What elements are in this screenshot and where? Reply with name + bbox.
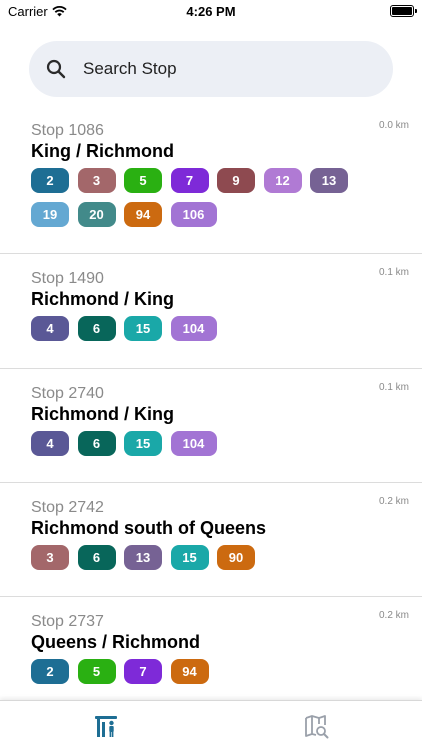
route-badge[interactable]: 5	[124, 168, 162, 193]
stop-name: Richmond south of Queens	[31, 518, 267, 538]
stop-name: Queens / Richmond	[31, 632, 201, 652]
search-input[interactable]	[83, 59, 343, 79]
route-badge[interactable]: 6	[77, 431, 116, 456]
stop-distance: 0.1 km	[378, 382, 409, 393]
route-badge[interactable]: 90	[217, 545, 255, 570]
route-badge[interactable]: 12	[263, 168, 302, 193]
route-badge[interactable]: 15	[124, 316, 162, 341]
stop-name: Richmond / King	[31, 404, 174, 424]
route-badge[interactable]: 104	[170, 316, 217, 341]
route-badges: 4 6 15 104	[31, 431, 361, 465]
status-time: 4:26 PM	[186, 4, 236, 19]
stop-name: Richmond / King	[31, 289, 174, 309]
route-badges: 2 5 7 94	[31, 659, 361, 693]
route-badge[interactable]: 2	[31, 659, 69, 684]
route-badge[interactable]: 15	[170, 545, 209, 570]
route-badge[interactable]: 9	[217, 168, 255, 193]
route-badges: 4 6 15 104	[31, 316, 361, 350]
route-badge[interactable]: 3	[31, 545, 69, 570]
route-badges: 3 6 13 15 90	[31, 545, 361, 579]
stop-item[interactable]: 0.1 km Stop 2740 Richmond / King 4 6 15 104	[0, 369, 422, 483]
stop-item[interactable]: 0.2 km Stop 2737 Queens / Richmond 2 5 7 94	[0, 597, 422, 700]
route-badge[interactable]: 3	[77, 168, 116, 193]
route-badge[interactable]: 2	[31, 168, 69, 193]
stop-id: Stop 2742	[31, 499, 104, 516]
route-badge[interactable]: 19	[31, 202, 69, 227]
stop-id: Stop 1086	[31, 122, 104, 139]
route-badge[interactable]: 5	[77, 659, 116, 684]
stop-id: Stop 1490	[31, 270, 104, 287]
stop-distance: 0.0 km	[378, 120, 409, 131]
stops-icon[interactable]	[93, 713, 119, 739]
status-bar: Carrier 4:26 PM	[0, 0, 422, 24]
route-badge[interactable]: 7	[170, 168, 209, 193]
stop-distance: 0.2 km	[378, 610, 409, 621]
stop-distance: 0.1 km	[378, 267, 409, 278]
stop-id: Stop 2740	[31, 385, 104, 402]
route-badge[interactable]: 94	[170, 659, 209, 684]
route-badge[interactable]: 104	[170, 431, 217, 456]
search-bar[interactable]	[29, 41, 393, 97]
route-badges: 2 3 5 7 9 12 13 19 20 94 106	[31, 168, 361, 236]
route-badge[interactable]: 13	[124, 545, 162, 570]
route-badge[interactable]: 4	[31, 316, 69, 341]
route-badge[interactable]: 106	[170, 202, 217, 227]
route-badge[interactable]: 4	[31, 431, 69, 456]
search-icon	[46, 59, 66, 79]
tab-bar	[0, 700, 422, 750]
route-badge[interactable]: 20	[77, 202, 116, 227]
stop-item[interactable]: 0.0 km Stop 1086 King / Richmond 2 3 5 7 9 12 13 1…	[0, 110, 422, 254]
route-badge[interactable]: 94	[124, 202, 162, 227]
stop-id: Stop 2737	[31, 613, 104, 630]
route-badge[interactable]: 15	[124, 431, 162, 456]
route-badge[interactable]: 13	[310, 168, 348, 193]
stops-list: 0.0 km Stop 1086 King / Richmond 2 3 5 7 9 12 13 1…	[0, 110, 422, 700]
battery-icon	[390, 5, 417, 17]
map-search-icon[interactable]	[303, 713, 329, 739]
route-badge[interactable]: 7	[124, 659, 162, 684]
stop-item[interactable]: 0.2 km Stop 2742 Richmond south of Queens 3…	[0, 483, 422, 597]
stop-name: King / Richmond	[31, 141, 174, 161]
stop-item[interactable]: 0.1 km Stop 1490 Richmond / King 4 6 15 104	[0, 254, 422, 369]
route-badge[interactable]: 6	[77, 545, 116, 570]
route-badge[interactable]: 6	[77, 316, 116, 341]
stop-distance: 0.2 km	[378, 496, 409, 507]
